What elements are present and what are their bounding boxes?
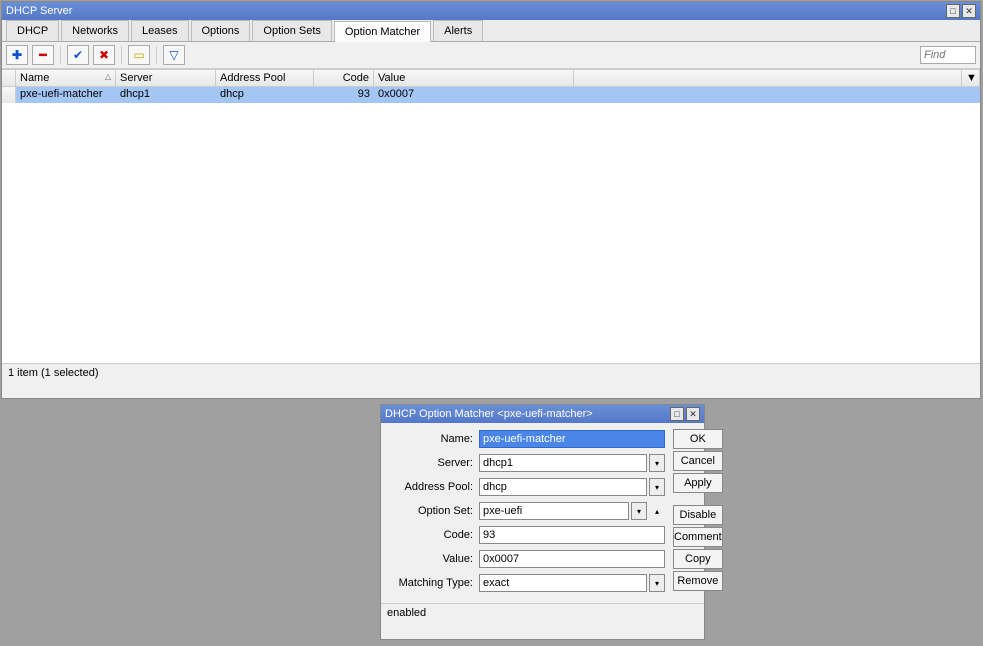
remove-button[interactable]: Remove <box>673 571 723 591</box>
dropdown-icon[interactable]: ▾ <box>649 454 665 472</box>
code-input[interactable] <box>479 526 665 544</box>
col-address-pool[interactable]: Address Pool <box>216 70 314 86</box>
remove-button[interactable]: ━ <box>32 45 54 65</box>
tab-option-sets[interactable]: Option Sets <box>252 20 331 41</box>
cell-pool: dhcp <box>216 87 314 103</box>
apply-button[interactable]: Apply <box>673 473 723 493</box>
option-set-label: Option Set: <box>389 505 479 517</box>
grid-header: Name△ Server Address Pool Code Value ▼ <box>2 69 980 87</box>
separator <box>60 46 61 64</box>
disable-button[interactable]: ✖ <box>93 45 115 65</box>
maximize-icon[interactable]: □ <box>946 4 960 18</box>
col-code[interactable]: Code <box>314 70 374 86</box>
copy-button[interactable]: Copy <box>673 549 723 569</box>
matching-type-input[interactable] <box>479 574 647 592</box>
dropdown-icon[interactable]: ▾ <box>649 574 665 592</box>
table-row[interactable]: pxe-uefi-matcher dhcp1 dhcp 93 0x0007 <box>2 87 980 103</box>
cell-value: 0x0007 <box>374 87 574 103</box>
columns-menu-button[interactable]: ▼ <box>962 70 980 86</box>
name-label: Name: <box>389 433 479 445</box>
option-matcher-dialog: DHCP Option Matcher <pxe-uefi-matcher> □… <box>380 404 705 640</box>
add-button[interactable]: ✚ <box>6 45 28 65</box>
dialog-title: DHCP Option Matcher <pxe-uefi-matcher> <box>385 405 593 423</box>
address-pool-input[interactable] <box>479 478 647 496</box>
row-handle <box>2 87 16 103</box>
dropdown-icon[interactable]: ▾ <box>631 502 647 520</box>
option-set-input[interactable] <box>479 502 629 520</box>
tab-bar: DHCP Networks Leases Options Option Sets… <box>2 20 980 42</box>
find-input[interactable] <box>920 46 976 64</box>
close-icon[interactable]: ✕ <box>962 4 976 18</box>
separator <box>156 46 157 64</box>
dropdown-icon[interactable]: ▾ <box>649 478 665 496</box>
tab-option-matcher[interactable]: Option Matcher <box>334 21 431 42</box>
col-server[interactable]: Server <box>116 70 216 86</box>
window-title: DHCP Server <box>6 2 72 20</box>
tab-leases[interactable]: Leases <box>131 20 188 41</box>
tab-dhcp[interactable]: DHCP <box>6 20 59 41</box>
comment-button[interactable]: ▭ <box>128 45 150 65</box>
sort-icon: △ <box>105 72 111 81</box>
dhcp-server-window: DHCP Server □ ✕ DHCP Networks Leases Opt… <box>1 1 981 399</box>
dialog-status: enabled <box>381 603 704 622</box>
server-input[interactable] <box>479 454 647 472</box>
server-label: Server: <box>389 457 479 469</box>
comment-button[interactable]: Comment <box>673 527 723 547</box>
tab-options[interactable]: Options <box>191 20 251 41</box>
cancel-button[interactable]: Cancel <box>673 451 723 471</box>
dialog-buttons: OK Cancel Apply Disable Comment Copy Rem… <box>673 429 723 597</box>
statusbar-main: 1 item (1 selected) <box>2 363 980 382</box>
cell-code: 93 <box>314 87 374 103</box>
dialog-body: Name: Server: ▾ Address Pool: ▾ Option S… <box>381 423 704 603</box>
name-input[interactable] <box>479 430 665 448</box>
toolbar: ✚ ━ ✔ ✖ ▭ ▽ <box>2 42 980 69</box>
cell-server: dhcp1 <box>116 87 216 103</box>
collapse-up-icon[interactable]: ▴ <box>649 502 665 520</box>
titlebar-main[interactable]: DHCP Server □ ✕ <box>2 2 980 20</box>
grid-body[interactable]: pxe-uefi-matcher dhcp1 dhcp 93 0x0007 <box>2 87 980 363</box>
maximize-icon[interactable]: □ <box>670 407 684 421</box>
cell-name: pxe-uefi-matcher <box>16 87 116 103</box>
fields-panel: Name: Server: ▾ Address Pool: ▾ Option S… <box>389 429 665 597</box>
tab-networks[interactable]: Networks <box>61 20 129 41</box>
col-value[interactable]: Value <box>374 70 574 86</box>
enable-button[interactable]: ✔ <box>67 45 89 65</box>
close-icon[interactable]: ✕ <box>686 407 700 421</box>
address-pool-label: Address Pool: <box>389 481 479 493</box>
matching-type-label: Matching Type: <box>389 577 479 589</box>
disable-button[interactable]: Disable <box>673 505 723 525</box>
tab-alerts[interactable]: Alerts <box>433 20 483 41</box>
col-spacer <box>574 70 962 86</box>
value-label: Value: <box>389 553 479 565</box>
col-name[interactable]: Name△ <box>16 70 116 86</box>
value-input[interactable] <box>479 550 665 568</box>
titlebar-dialog[interactable]: DHCP Option Matcher <pxe-uefi-matcher> □… <box>381 405 704 423</box>
filter-button[interactable]: ▽ <box>163 45 185 65</box>
code-label: Code: <box>389 529 479 541</box>
row-header-spacer <box>2 70 16 86</box>
ok-button[interactable]: OK <box>673 429 723 449</box>
separator <box>121 46 122 64</box>
